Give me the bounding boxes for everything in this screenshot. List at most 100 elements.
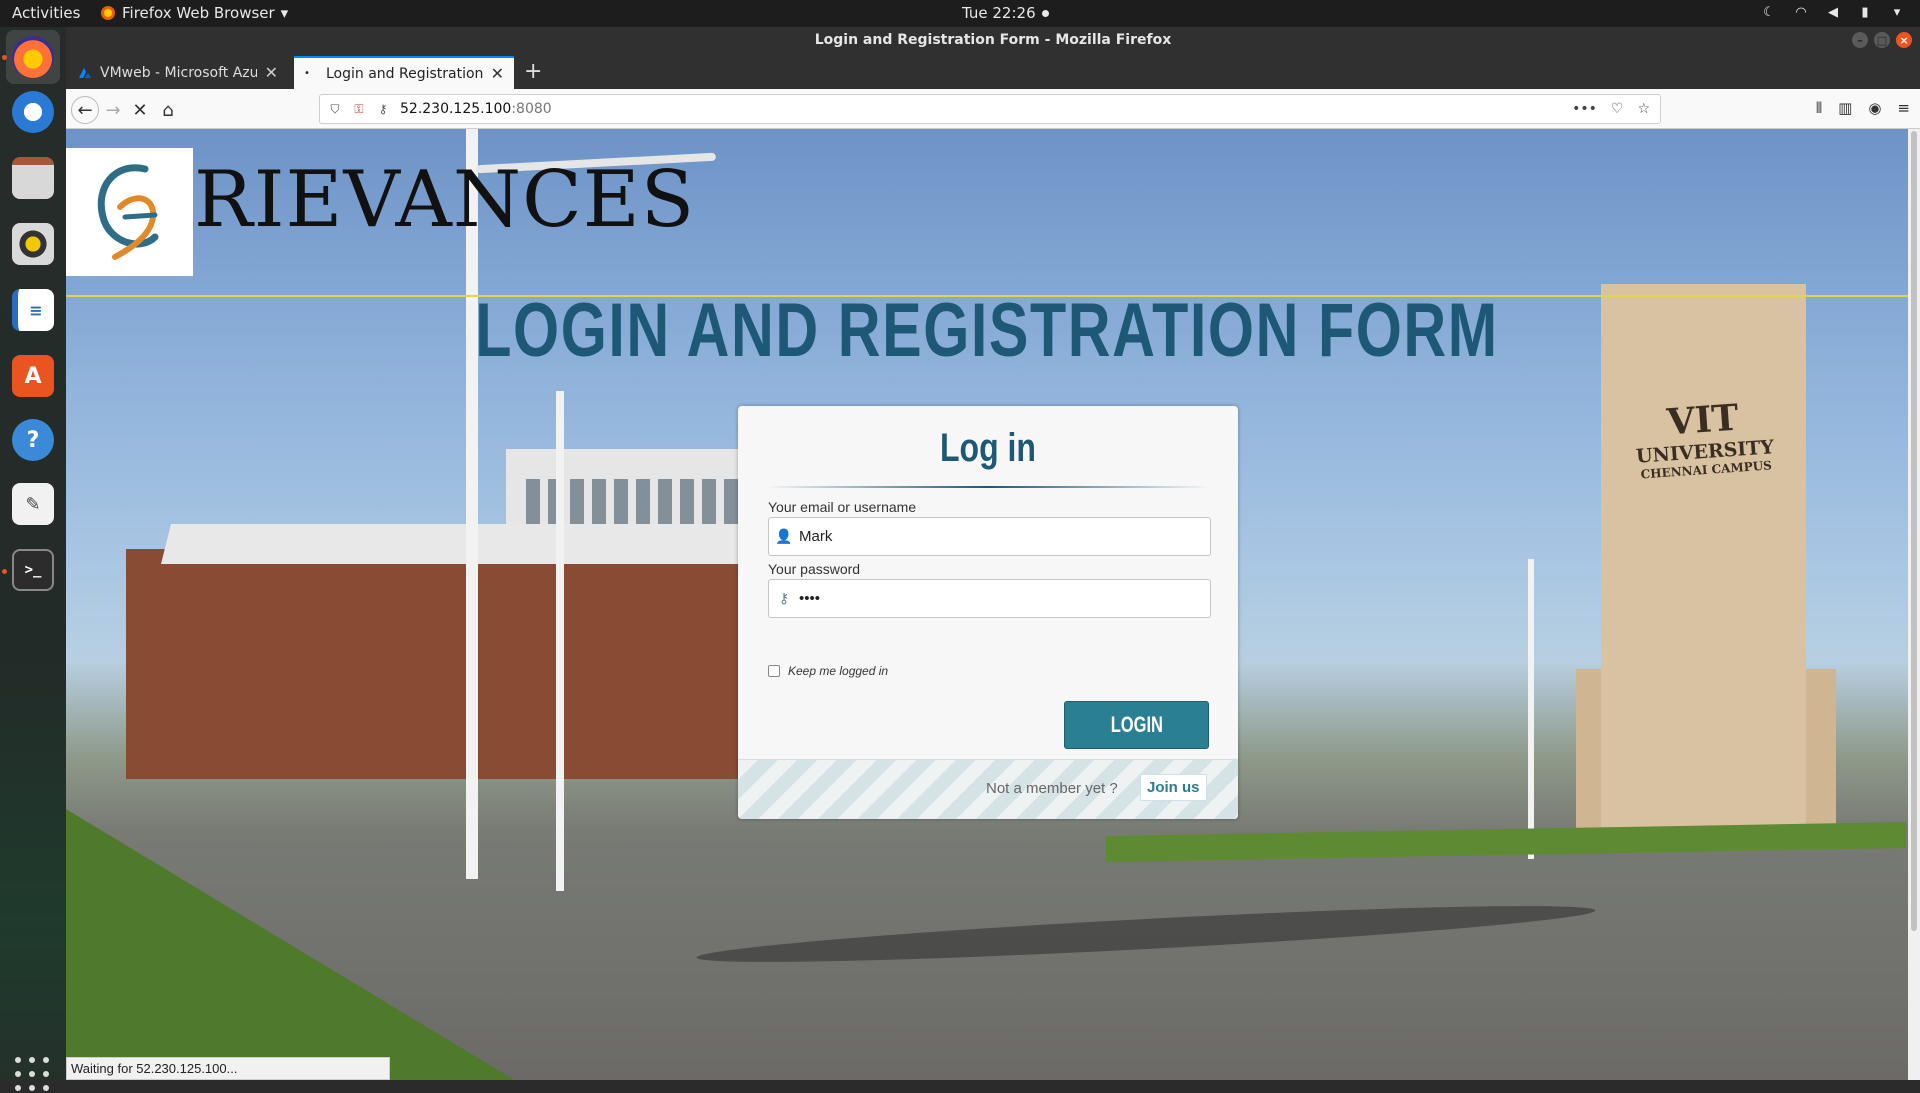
back-button[interactable]: ← — [71, 96, 99, 124]
files-icon — [12, 157, 54, 199]
status-bar: Waiting for 52.230.125.100... — [66, 1057, 390, 1080]
remember-me-checkbox[interactable] — [768, 665, 780, 677]
tracking-shield-icon[interactable]: ⛉ — [326, 102, 344, 117]
loading-dot-icon: • — [304, 67, 310, 79]
app-menu[interactable]: Firefox Web Browser ▾ — [100, 4, 288, 22]
dock-firefox[interactable] — [6, 30, 60, 84]
key-icon[interactable]: ⚷ — [374, 102, 392, 116]
lamp-pole — [1528, 559, 1534, 859]
new-tab-button[interactable]: + — [524, 59, 542, 84]
forward-button[interactable]: → — [99, 96, 127, 124]
dock-terminal[interactable]: >_ — [6, 543, 60, 597]
remember-me-label[interactable]: Keep me logged in — [788, 664, 888, 678]
login-button-label: LOGIN — [1110, 712, 1163, 737]
background-roof — [161, 524, 811, 564]
sidebar-icon[interactable]: ▥ — [1838, 99, 1852, 117]
arrow-right-icon: → — [105, 99, 121, 121]
dock-text-editor[interactable]: ✎ — [6, 477, 60, 531]
page-scrollbar[interactable] — [1908, 129, 1920, 1080]
road-shadow — [695, 895, 1597, 973]
lawn-left — [66, 809, 546, 1080]
more-actions-icon[interactable]: ••• — [1572, 101, 1597, 117]
show-applications-icon[interactable] — [15, 1057, 51, 1093]
tab-title: VMweb - Microsoft Azure — [100, 64, 257, 81]
tab-title: Login and Registration Form — [326, 65, 483, 82]
window-titlebar: Login and Registration Form - Mozilla Fi… — [66, 27, 1920, 53]
dock-rhythmbox[interactable] — [6, 217, 60, 271]
dock-help[interactable]: ? — [6, 413, 60, 467]
username-field[interactable]: 👤 Mark — [768, 517, 1211, 556]
url-host: 52.230.125.100 — [400, 101, 512, 117]
system-top-bar: Activities Firefox Web Browser ▾ Tue 22:… — [0, 0, 1920, 27]
night-light-icon: ☾ — [1763, 4, 1775, 20]
page-heading: LOGIN AND REGISTRATION FORM — [475, 288, 1499, 373]
speaker-icon — [12, 223, 54, 265]
stop-button[interactable]: ✕ — [126, 96, 154, 124]
activities-button[interactable]: Activities — [12, 4, 80, 22]
running-indicator — [2, 55, 7, 60]
battery-icon: ▮ — [1861, 4, 1869, 20]
account-icon[interactable]: ◉ — [1868, 99, 1881, 117]
site-title: RIEVANCES — [194, 155, 696, 245]
dock: ≡ A ? ✎ >_ — [0, 27, 66, 1091]
close-tab-icon[interactable]: ✕ — [265, 63, 278, 82]
system-tray[interactable]: ☾ ◠ ◀ ▮ ▾ — [1760, 3, 1906, 21]
window-title: Login and Registration Form - Mozilla Fi… — [814, 32, 1172, 48]
login-card: Log in Your email or username 👤 Mark You… — [738, 406, 1238, 819]
dock-thunderbird[interactable] — [6, 85, 60, 139]
join-us-link[interactable]: Join us — [1140, 774, 1207, 801]
close-window-button[interactable]: × — [1896, 32, 1912, 48]
help-icon: ? — [12, 419, 54, 461]
page-content: VIT UNIVERSITY CHENNAI CAMPUS RIEVANCES … — [66, 129, 1908, 1080]
password-label: Your password — [768, 561, 861, 577]
site-logo[interactable] — [66, 148, 193, 276]
campus-sign: VIT UNIVERSITY CHENNAI CAMPUS — [1611, 393, 1796, 483]
minimize-button[interactable]: – — [1852, 32, 1868, 48]
terminal-icon: >_ — [12, 549, 54, 591]
close-icon: ✕ — [132, 99, 148, 121]
remember-me-row: Keep me logged in — [768, 664, 888, 678]
key-icon: ⚷ — [778, 590, 790, 606]
window-controls: – □ × — [1852, 32, 1912, 48]
background-building — [126, 549, 766, 779]
register-footer: Not a member yet ? Join us — [738, 759, 1238, 819]
username-value: Mark — [799, 528, 833, 545]
scrollbar-thumb[interactable] — [1911, 131, 1917, 931]
maximize-button[interactable]: □ — [1874, 32, 1890, 48]
firefox-icon — [12, 36, 54, 78]
clock[interactable]: Tue 22:26 — [962, 4, 1049, 22]
navigation-bar: ← → ✕ ⌂ ⛉ ⚿ ⚷ 52.230.125.100:8080 ••• ♡ … — [66, 89, 1920, 129]
close-tab-icon[interactable]: ✕ — [491, 64, 504, 83]
password-value: •••• — [799, 590, 821, 607]
lawn-right — [1106, 822, 1906, 862]
insecure-lock-icon[interactable]: ⚿ — [350, 102, 368, 117]
document-icon: ≡ — [12, 289, 54, 331]
arrow-left-icon: ← — [77, 99, 93, 121]
menu-icon[interactable]: ≡ — [1897, 99, 1910, 117]
tab-login-form[interactable]: • Login and Registration Form ✕ — [294, 56, 514, 89]
library-icon[interactable]: ⫴ — [1816, 99, 1822, 117]
pocket-icon[interactable]: ♡ — [1611, 101, 1624, 117]
login-button[interactable]: LOGIN — [1064, 701, 1209, 749]
dock-writer[interactable]: ≡ — [6, 283, 60, 337]
not-member-text: Not a member yet ? — [986, 780, 1118, 797]
password-field[interactable]: ⚷ •••• — [768, 579, 1211, 618]
clock-label: Tue 22:26 — [962, 4, 1036, 22]
user-icon: 👤 — [775, 528, 793, 544]
text-editor-icon: ✎ — [12, 483, 54, 525]
azure-icon — [79, 67, 91, 78]
app-store-icon: A — [12, 355, 54, 397]
bookmark-star-icon[interactable]: ☆ — [1637, 101, 1650, 117]
dock-files[interactable] — [6, 151, 60, 205]
lamp-pole — [556, 391, 564, 891]
volume-icon: ◀ — [1828, 4, 1838, 20]
dock-software[interactable]: A — [6, 349, 60, 403]
title-divider — [766, 486, 1210, 488]
url-bar[interactable]: ⛉ ⚿ ⚷ 52.230.125.100:8080 ••• ♡ ☆ — [319, 94, 1661, 124]
login-title: Log in — [940, 426, 1036, 470]
app-menu-label: Firefox Web Browser — [122, 4, 275, 22]
notification-dot-icon — [1041, 9, 1049, 17]
home-button[interactable]: ⌂ — [154, 96, 182, 124]
tab-vmweb[interactable]: VMweb - Microsoft Azure ✕ — [68, 56, 288, 89]
url-port: :8080 — [511, 101, 552, 117]
